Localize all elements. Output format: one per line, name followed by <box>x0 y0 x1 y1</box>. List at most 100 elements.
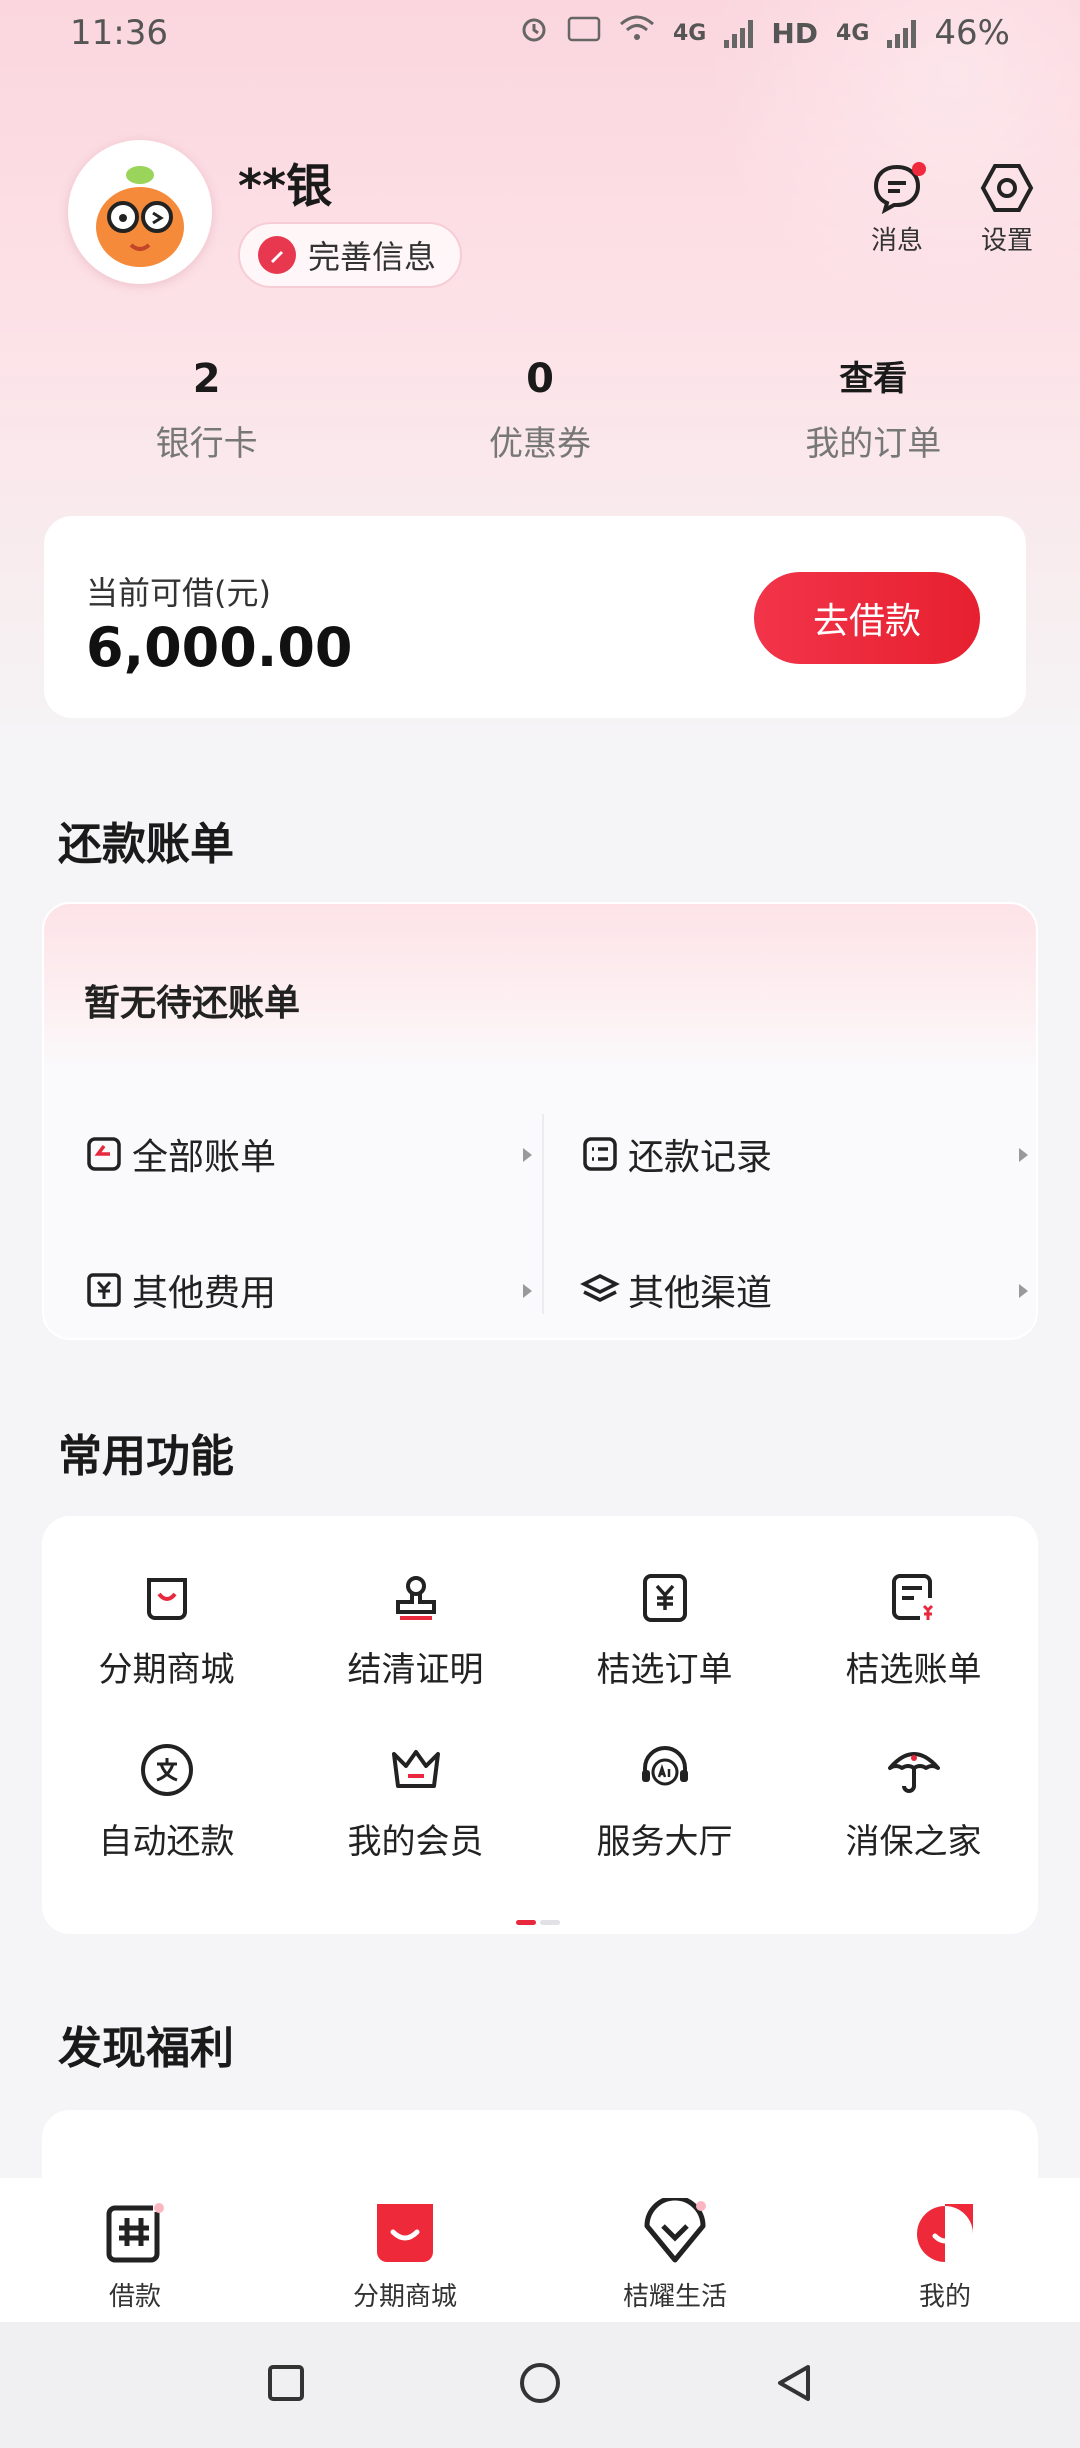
stat-coupons[interactable]: 0 优惠券 <box>373 352 706 465</box>
func-label: 桔选订单 <box>596 1650 733 1690</box>
home-button[interactable] <box>518 2361 562 2409</box>
circle-icon <box>520 2363 560 2403</box>
func-label: 结清证明 <box>347 1650 484 1690</box>
layers-icon <box>580 1270 620 1310</box>
messages-label: 消息 <box>870 226 923 256</box>
square-icon <box>268 2365 304 2401</box>
loan-available-label: 当前可借(元) <box>86 574 271 612</box>
messages-button[interactable]: 消息 <box>852 162 942 257</box>
func-installment-mall[interactable]: 分期商城 <box>42 1568 291 1691</box>
avatar[interactable] <box>68 140 212 284</box>
stat-value: 2 <box>192 356 221 402</box>
func-selected-bills[interactable]: 桔选账单 <box>789 1568 1038 1691</box>
tab-label: 借款 <box>108 2282 161 2312</box>
bottom-tab-bar: 借款 分期商城 桔耀生活 我的 <box>0 2178 1080 2322</box>
crown-icon <box>386 1740 446 1800</box>
recent-apps-button[interactable] <box>266 2363 306 2407</box>
back-button[interactable] <box>774 2363 814 2407</box>
umbrella-icon <box>884 1740 944 1800</box>
list-icon <box>580 1134 620 1174</box>
page-dot <box>540 1920 560 1925</box>
func-label: 自动还款 <box>98 1822 235 1862</box>
tab-mine[interactable]: 我的 <box>810 2178 1080 2322</box>
link-label: 全部账单 <box>132 1137 277 1178</box>
network-type-1: 4G <box>672 20 707 46</box>
life-icon <box>639 2196 711 2268</box>
func-label: 分期商城 <box>98 1650 235 1690</box>
functions-section-title: 常用功能 <box>58 1431 234 1482</box>
system-navigation-bar <box>0 2322 1080 2448</box>
repayment-records-link[interactable]: 还款记录 <box>580 1114 1036 1194</box>
stat-value: 0 <box>526 356 554 402</box>
link-label: 其他费用 <box>132 1273 277 1314</box>
other-fees-link[interactable]: 其他费用 <box>84 1250 554 1330</box>
settings-label: 设置 <box>980 226 1033 256</box>
yuan-receipt-icon <box>84 1270 124 1310</box>
welfare-section-title: 发现福利 <box>58 2023 234 2074</box>
mine-icon <box>909 2196 981 2268</box>
page-indicator <box>516 1920 560 1925</box>
chevron-right-icon <box>523 1284 532 1298</box>
all-bills-link[interactable]: 全部账单 <box>84 1114 554 1194</box>
tab-loan[interactable]: 借款 <box>0 2178 270 2322</box>
func-selected-orders[interactable]: 桔选订单 <box>540 1568 789 1691</box>
tab-label: 桔耀生活 <box>622 2282 727 2312</box>
user-name: **银 <box>238 159 333 213</box>
complete-info-button[interactable]: 完善信息 <box>238 222 463 288</box>
notification-dot <box>912 162 926 176</box>
link-label: 其他渠道 <box>628 1273 773 1314</box>
tab-life[interactable]: 桔耀生活 <box>540 2178 810 2322</box>
gear-icon <box>980 164 1034 212</box>
alipay-icon <box>137 1740 197 1800</box>
stat-bank-cards[interactable]: 2 银行卡 <box>40 352 373 465</box>
stat-value: 查看 <box>839 359 908 399</box>
shopping-bag-icon <box>137 1568 197 1628</box>
func-label: 消保之家 <box>845 1822 982 1862</box>
stat-orders[interactable]: 查看 我的订单 <box>707 352 1040 465</box>
yuan-doc-icon <box>635 1568 695 1628</box>
borrow-button[interactable]: 去借款 <box>754 572 980 664</box>
chevron-right-icon <box>523 1148 532 1162</box>
hd-label: HD <box>771 16 819 50</box>
bills-section-title: 还款账单 <box>58 819 234 870</box>
loan-card: 当前可借(元) 6,000.00 去借款 <box>44 516 1026 718</box>
func-my-membership[interactable]: 我的会员 <box>291 1740 540 1863</box>
battery-level: 46% <box>934 13 1010 53</box>
mascot-icon <box>96 166 184 267</box>
tab-label: 分期商城 <box>352 2282 457 2312</box>
settings-button[interactable]: 设置 <box>962 162 1052 257</box>
triangle-back-icon <box>778 2365 810 2401</box>
loan-icon <box>99 2196 171 2268</box>
functions-card: 分期商城 结清证明 桔选订单 桔选账单 自动还款 我的会员 服务大厅 消保之家 <box>42 1516 1038 1934</box>
status-time: 11:36 <box>70 13 168 53</box>
func-label: 桔选账单 <box>845 1650 982 1690</box>
bills-links: 全部账单 还款记录 其他费用 其他渠道 <box>44 1074 1036 1338</box>
func-label: 服务大厅 <box>596 1822 733 1862</box>
other-channels-link[interactable]: 其他渠道 <box>580 1250 1036 1330</box>
status-icons: 4G HD 4G 46% <box>519 13 1010 53</box>
tab-label: 我的 <box>918 2282 971 2312</box>
func-settlement-proof[interactable]: 结清证明 <box>291 1568 540 1691</box>
stat-label: 优惠券 <box>488 424 591 464</box>
auto-brightness-icon <box>567 14 601 52</box>
func-label: 我的会员 <box>347 1822 484 1862</box>
func-consumer-protection[interactable]: 消保之家 <box>789 1740 1038 1863</box>
network-type-2: 4G <box>836 20 870 46</box>
ai-headset-icon <box>635 1740 695 1800</box>
bills-card: 暂无待还账单 全部账单 还款记录 其他费用 其他渠道 <box>42 902 1038 1340</box>
stats-row: 2 银行卡 0 优惠券 查看 我的订单 <box>40 352 1040 465</box>
chevron-right-icon <box>1019 1284 1028 1298</box>
signal-icon-2 <box>887 18 917 48</box>
stat-label: 我的订单 <box>805 424 942 464</box>
bill-doc-icon <box>884 1568 944 1628</box>
link-label: 还款记录 <box>628 1137 773 1178</box>
chevron-right-icon <box>1019 1148 1028 1162</box>
alarm-icon <box>519 14 549 52</box>
bill-clock-icon <box>84 1134 124 1174</box>
signal-icon <box>724 18 754 48</box>
tab-installment-mall[interactable]: 分期商城 <box>270 2178 540 2322</box>
stamp-icon <box>386 1568 446 1628</box>
func-service-hall[interactable]: 服务大厅 <box>540 1740 789 1863</box>
func-auto-repay[interactable]: 自动还款 <box>42 1740 291 1863</box>
stat-label: 银行卡 <box>155 424 258 464</box>
